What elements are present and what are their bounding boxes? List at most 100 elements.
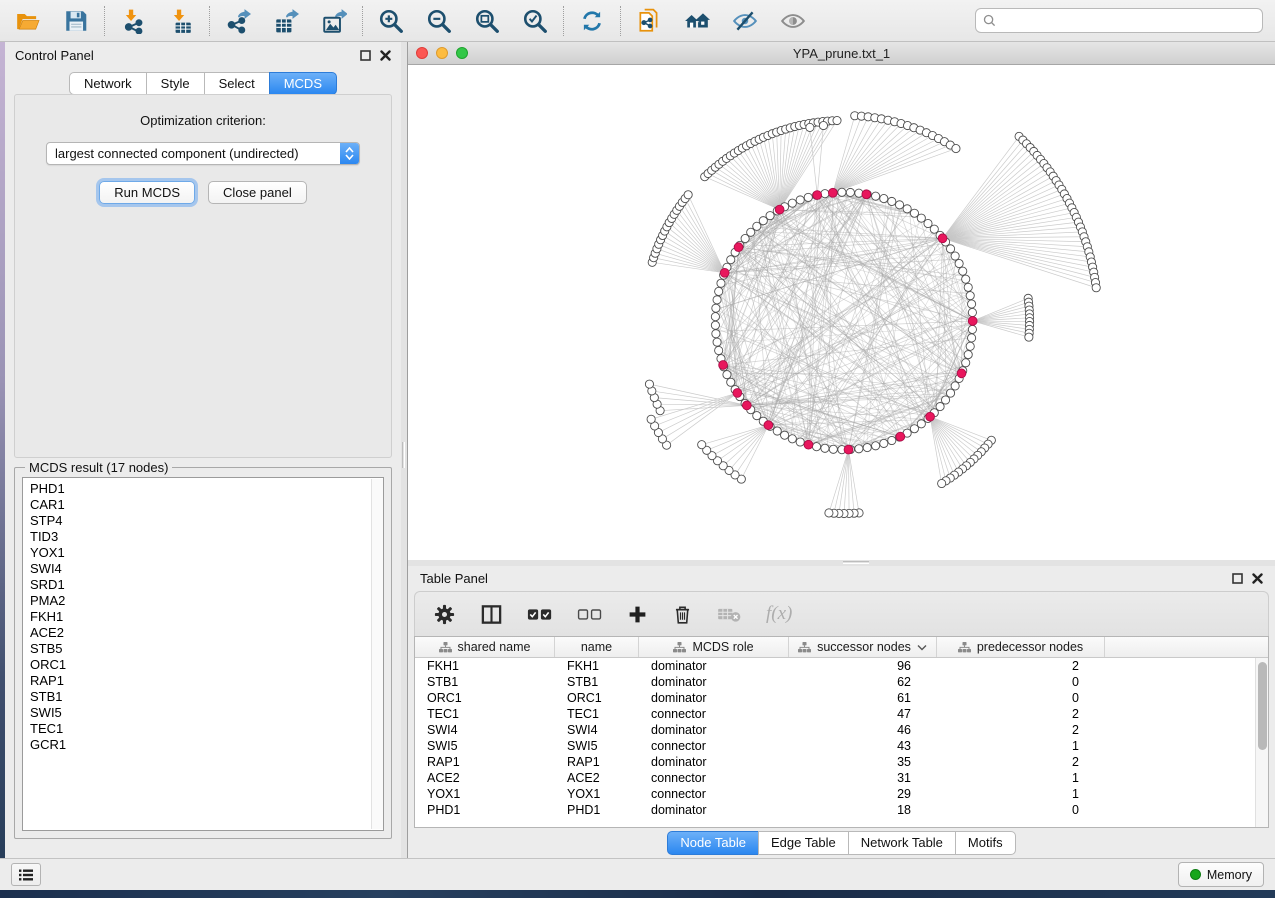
task-history-button[interactable] [11, 863, 41, 886]
mcds-result-item[interactable]: SRD1 [30, 577, 383, 593]
float-panel-icon[interactable] [360, 50, 371, 61]
zoom-out-icon[interactable] [425, 7, 453, 35]
open-folder-icon[interactable] [14, 7, 42, 35]
table-row[interactable]: STB1STB1dominator620 [415, 674, 1268, 690]
houses-icon[interactable] [683, 7, 711, 35]
show-all-eye-icon[interactable] [779, 7, 807, 35]
graph-node[interactable] [711, 313, 719, 321]
zoom-in-icon[interactable] [377, 7, 405, 35]
graph-node[interactable] [821, 444, 829, 452]
graph-node[interactable] [723, 371, 731, 379]
graph-hub-node[interactable] [742, 401, 751, 410]
table-row[interactable]: ACE2ACE2connector311 [415, 770, 1268, 786]
graph-node[interactable] [806, 123, 814, 131]
graph-node[interactable] [903, 205, 911, 213]
network-canvas[interactable] [408, 65, 1275, 560]
graph-node[interactable] [727, 378, 735, 386]
graph-node[interactable] [968, 308, 976, 316]
graph-node[interactable] [888, 197, 896, 205]
graph-node[interactable] [684, 191, 692, 199]
graph-node[interactable] [917, 214, 925, 222]
graph-node[interactable] [712, 330, 720, 338]
graph-node[interactable] [938, 479, 946, 487]
column-header-name[interactable]: name [555, 637, 639, 657]
graph-node[interactable] [952, 144, 960, 152]
close-table-panel-icon[interactable] [1252, 573, 1263, 584]
graph-node[interactable] [888, 436, 896, 444]
graph-node[interactable] [968, 300, 976, 308]
mcds-result-item[interactable]: PMA2 [30, 593, 383, 609]
graph-node[interactable] [964, 283, 972, 291]
zoom-selected-icon[interactable] [521, 7, 549, 35]
graph-node[interactable] [715, 287, 723, 295]
mcds-result-item[interactable]: RAP1 [30, 673, 383, 689]
graph-node[interactable] [821, 190, 829, 198]
graph-node[interactable] [872, 192, 880, 200]
graph-hub-node[interactable] [926, 412, 935, 421]
table-scrollbar-thumb[interactable] [1258, 662, 1267, 750]
graph-node[interactable] [804, 193, 812, 201]
graph-node[interactable] [880, 194, 888, 202]
graph-node[interactable] [645, 380, 653, 388]
graph-node[interactable] [964, 351, 972, 359]
optimization-criterion-select[interactable]: largest connected component (undirected) [46, 142, 360, 165]
mcds-result-item[interactable]: CAR1 [30, 497, 383, 513]
graph-node[interactable] [955, 259, 963, 267]
graph-node[interactable] [880, 439, 888, 447]
add-column-icon[interactable] [627, 604, 648, 625]
table-row[interactable]: TEC1TEC1connector472 [415, 706, 1268, 722]
graph-hub-node[interactable] [896, 432, 905, 441]
graph-node[interactable] [855, 445, 863, 453]
select-all-check-icon[interactable] [527, 606, 553, 622]
mcds-result-item[interactable]: SWI5 [30, 705, 383, 721]
mcds-result-item[interactable]: TEC1 [30, 721, 383, 737]
column-header-successor-nodes[interactable]: successor nodes [789, 637, 937, 657]
network-from-selection-icon[interactable] [635, 7, 663, 35]
tab-network-table[interactable]: Network Table [848, 831, 955, 855]
graph-node[interactable] [959, 267, 967, 275]
graph-hub-node[interactable] [720, 268, 729, 277]
graph-hub-node[interactable] [813, 191, 822, 200]
graph-node[interactable] [712, 304, 720, 312]
graph-hub-node[interactable] [804, 440, 813, 449]
gear-icon[interactable] [433, 603, 456, 626]
graph-node[interactable] [825, 509, 833, 517]
mcds-result-item[interactable]: YOX1 [30, 545, 383, 561]
graph-node[interactable] [846, 188, 854, 196]
graph-node[interactable] [1092, 284, 1100, 292]
graph-node[interactable] [788, 199, 796, 207]
graph-node[interactable] [829, 445, 837, 453]
run-mcds-button[interactable]: Run MCDS [99, 181, 195, 204]
mcds-list-scrollbar[interactable] [371, 479, 383, 829]
export-table-icon[interactable] [272, 7, 300, 35]
table-row[interactable]: SWI5SWI5connector431 [415, 738, 1268, 754]
graph-node[interactable] [962, 275, 970, 283]
graph-node[interactable] [968, 325, 976, 333]
graph-hub-node[interactable] [862, 190, 871, 199]
deselect-all-icon[interactable] [577, 606, 603, 622]
graph-hub-node[interactable] [734, 243, 743, 252]
column-header-shared-name[interactable]: shared name [415, 637, 555, 657]
graph-node[interactable] [796, 438, 804, 446]
export-network-icon[interactable] [224, 7, 252, 35]
table-row[interactable]: FKH1FKH1dominator962 [415, 658, 1268, 674]
mcds-result-item[interactable]: TID3 [30, 529, 383, 545]
import-table-icon[interactable] [167, 7, 195, 35]
graph-node[interactable] [966, 342, 974, 350]
import-network-icon[interactable] [119, 7, 147, 35]
float-table-panel-icon[interactable] [1232, 573, 1243, 584]
graph-node[interactable] [711, 321, 719, 329]
graph-node[interactable] [698, 441, 706, 449]
export-image-icon[interactable] [320, 7, 348, 35]
graph-hub-node[interactable] [938, 234, 947, 243]
mcds-result-item[interactable]: ORC1 [30, 657, 383, 673]
column-header-predecessor-nodes[interactable]: predecessor nodes [937, 637, 1105, 657]
network-window-titlebar[interactable]: YPA_prune.txt_1 [408, 42, 1275, 65]
search-input[interactable] [1001, 13, 1255, 28]
graph-hub-node[interactable] [968, 317, 977, 326]
graph-node[interactable] [647, 415, 655, 423]
close-panel-button[interactable]: Close panel [208, 181, 307, 204]
refresh-icon[interactable] [578, 7, 606, 35]
graph-hub-node[interactable] [733, 389, 742, 398]
mcds-result-item[interactable]: FKH1 [30, 609, 383, 625]
